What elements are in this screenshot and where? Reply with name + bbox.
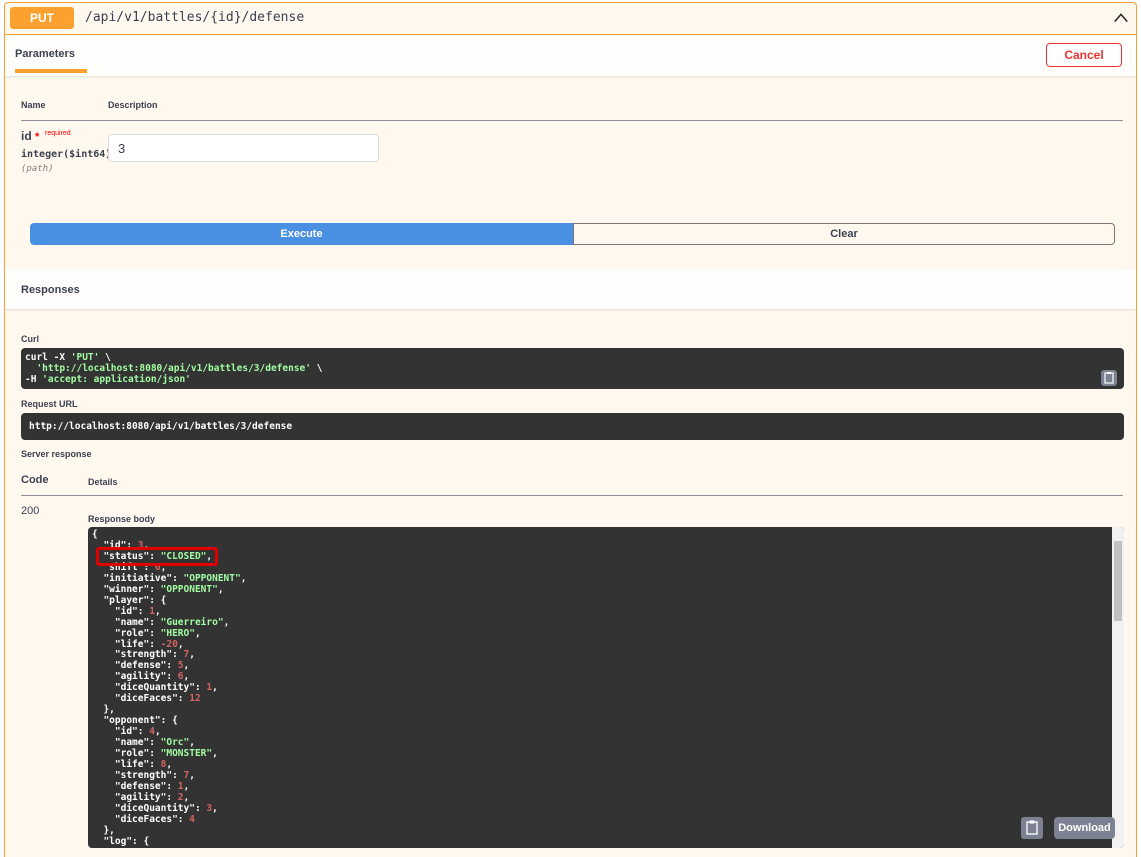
divider <box>21 495 1123 496</box>
parameters-header: Parameters Cancel <box>5 36 1136 76</box>
curl-block: curl -X 'PUT' \ 'http://localhost:8080/a… <box>21 348 1124 389</box>
param-name: id * <box>21 129 40 143</box>
response-body: { "id": 3, "status": "CLOSED", "shift": … <box>88 527 1124 848</box>
column-name-header: Name <box>21 100 46 110</box>
chevron-up-icon[interactable] <box>1112 9 1130 27</box>
id-input[interactable]: 3 <box>108 134 379 162</box>
clear-button[interactable]: Clear <box>573 223 1115 245</box>
tab-parameters[interactable]: Parameters <box>15 48 87 73</box>
response-json: { "id": 3, "status": "CLOSED", "shift": … <box>92 529 247 847</box>
method-badge: PUT <box>10 7 74 29</box>
scrollbar[interactable] <box>1112 527 1124 848</box>
divider <box>21 120 1123 121</box>
server-response-label: Server response <box>21 449 92 459</box>
response-code: 200 <box>21 505 40 517</box>
copy-icon[interactable] <box>1101 370 1117 386</box>
scrollbar-thumb[interactable] <box>1114 541 1122 621</box>
param-type: integer($int64) <box>21 149 112 160</box>
request-url-block: http://localhost:8080/api/v1/battles/3/d… <box>21 413 1124 440</box>
column-details-header: Details <box>88 477 118 487</box>
param-location: (path) <box>21 164 54 174</box>
download-button[interactable]: Download <box>1054 817 1115 839</box>
copy-icon[interactable] <box>1021 817 1043 839</box>
required-star: * <box>35 131 40 143</box>
response-body-label: Response body <box>88 514 156 524</box>
status-highlight-box <box>96 547 218 566</box>
endpoint-path: /api/v1/battles/{id}/defense <box>85 10 305 25</box>
operation-summary[interactable]: PUT /api/v1/battles/{id}/defense <box>5 3 1136 35</box>
curl-label: Curl <box>21 334 39 344</box>
execute-button[interactable]: Execute <box>30 223 573 245</box>
responses-title: Responses <box>21 284 80 296</box>
column-code-header: Code <box>21 474 49 486</box>
column-description-header: Description <box>108 100 158 110</box>
operation-block: PUT /api/v1/battles/{id}/defense Paramet… <box>4 2 1137 857</box>
responses-header <box>5 269 1136 309</box>
request-url-label: Request URL <box>21 399 78 409</box>
required-label: required <box>45 130 71 137</box>
cancel-button[interactable]: Cancel <box>1046 43 1122 67</box>
